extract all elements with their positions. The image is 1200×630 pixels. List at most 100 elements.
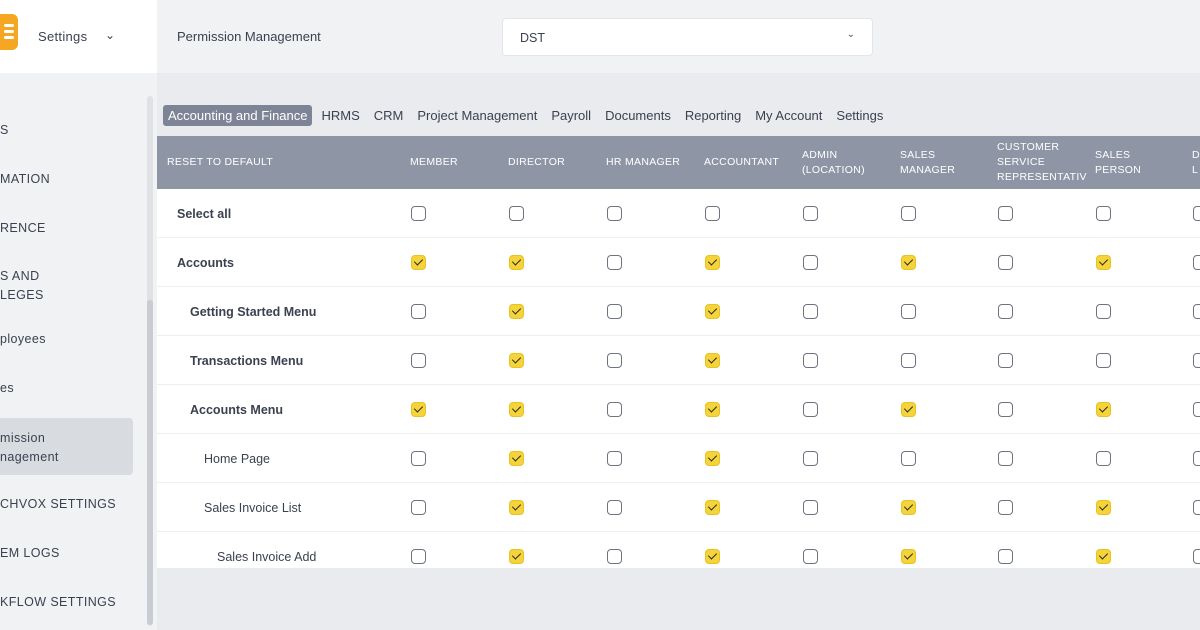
sidebar-item[interactable]: S <box>0 121 140 140</box>
chevron-down-icon[interactable]: ⌄ <box>105 28 115 42</box>
checkbox-checked[interactable] <box>901 549 916 564</box>
checkbox[interactable] <box>1193 451 1200 466</box>
checkbox-checked[interactable] <box>509 451 524 466</box>
checkbox-checked[interactable] <box>509 500 524 515</box>
checkbox[interactable] <box>1193 353 1200 368</box>
checkbox-checked[interactable] <box>509 304 524 319</box>
checkbox-checked[interactable] <box>411 402 426 417</box>
sidebar-item-permission-management[interactable]: mission nagement <box>0 418 133 475</box>
checkbox-checked[interactable] <box>509 353 524 368</box>
checkbox[interactable] <box>607 353 622 368</box>
sidebar-item-system-logs[interactable]: EM LOGS <box>0 544 140 563</box>
checkbox[interactable] <box>998 255 1013 270</box>
checkbox[interactable] <box>1193 255 1200 270</box>
tab-accounting-and-finance[interactable]: Accounting and Finance <box>163 104 313 126</box>
checkbox[interactable] <box>411 500 426 515</box>
checkbox[interactable] <box>998 206 1013 221</box>
checkbox[interactable] <box>1096 451 1111 466</box>
column-header-line: MEMBER <box>410 156 458 168</box>
checkbox-checked[interactable] <box>705 255 720 270</box>
page-title: Permission Management <box>177 29 321 44</box>
checkbox-checked[interactable] <box>1096 255 1111 270</box>
tab-reporting[interactable]: Reporting <box>678 105 748 126</box>
checkbox[interactable] <box>411 353 426 368</box>
checkbox[interactable] <box>607 206 622 221</box>
checkbox[interactable] <box>1193 304 1200 319</box>
checkbox[interactable] <box>607 304 622 319</box>
row-label: Home Page <box>204 451 271 466</box>
checkbox[interactable] <box>1193 500 1200 515</box>
checkbox[interactable] <box>1096 206 1111 221</box>
checkbox[interactable] <box>803 549 818 564</box>
sidebar-item-roles-privileges[interactable]: S AND LEGES <box>0 267 140 305</box>
checkbox[interactable] <box>998 549 1013 564</box>
tab-payroll[interactable]: Payroll <box>544 105 598 126</box>
role-group-select[interactable]: DST ⌄ <box>502 18 873 56</box>
checkbox-checked[interactable] <box>705 304 720 319</box>
checkbox-checked[interactable] <box>1096 500 1111 515</box>
checkbox[interactable] <box>607 451 622 466</box>
checkbox[interactable] <box>705 206 720 221</box>
checkbox[interactable] <box>998 353 1013 368</box>
tab-project-management[interactable]: Project Management <box>410 105 544 126</box>
checkbox[interactable] <box>411 304 426 319</box>
checkbox[interactable] <box>1193 549 1200 564</box>
checkbox-checked[interactable] <box>705 402 720 417</box>
checkbox[interactable] <box>607 549 622 564</box>
checkbox-checked[interactable] <box>1096 402 1111 417</box>
checkbox[interactable] <box>803 500 818 515</box>
checkbox[interactable] <box>901 353 916 368</box>
checkbox[interactable] <box>1193 402 1200 417</box>
sidebar-item-information[interactable]: MATION <box>0 170 140 189</box>
checkbox[interactable] <box>803 353 818 368</box>
checkbox-checked[interactable] <box>901 500 916 515</box>
checkbox[interactable] <box>901 451 916 466</box>
checkbox-checked[interactable] <box>705 500 720 515</box>
checkbox[interactable] <box>607 500 622 515</box>
checkbox-checked[interactable] <box>411 255 426 270</box>
sidebar-item-touchvox-settings[interactable]: CHVOX SETTINGS <box>0 495 140 514</box>
checkbox-checked[interactable] <box>901 402 916 417</box>
checkbox-checked[interactable] <box>705 451 720 466</box>
checkbox-checked[interactable] <box>509 255 524 270</box>
checkbox[interactable] <box>411 206 426 221</box>
sidebar-item-workflow-settings[interactable]: KFLOW SETTINGS <box>0 593 140 612</box>
checkbox-checked[interactable] <box>901 255 916 270</box>
checkbox[interactable] <box>998 451 1013 466</box>
tab-settings[interactable]: Settings <box>829 105 890 126</box>
checkbox[interactable] <box>509 206 524 221</box>
tab-documents[interactable]: Documents <box>598 105 678 126</box>
sidebar-item-preference[interactable]: RENCE <box>0 219 140 238</box>
checkbox-checked[interactable] <box>509 402 524 417</box>
checkbox[interactable] <box>901 304 916 319</box>
checkbox-checked[interactable] <box>705 549 720 564</box>
sidebar-scrollbar-thumb[interactable] <box>147 300 153 625</box>
checkbox[interactable] <box>998 304 1013 319</box>
checkbox[interactable] <box>607 402 622 417</box>
checkbox[interactable] <box>998 500 1013 515</box>
checkbox[interactable] <box>411 451 426 466</box>
settings-menu-title[interactable]: Settings <box>38 29 87 44</box>
checkbox[interactable] <box>998 402 1013 417</box>
checkbox[interactable] <box>803 206 818 221</box>
checkbox-checked[interactable] <box>1096 549 1111 564</box>
reset-to-default-button[interactable]: RESET TO DEFAULT <box>167 136 273 189</box>
checkbox-checked[interactable] <box>509 549 524 564</box>
tab-hrms[interactable]: HRMS <box>314 105 366 126</box>
checkbox[interactable] <box>411 549 426 564</box>
column-header-line: HR MANAGER <box>606 156 681 168</box>
tab-my-account[interactable]: My Account <box>748 105 829 126</box>
sidebar-item-roles[interactable]: es <box>0 379 140 398</box>
checkbox[interactable] <box>803 402 818 417</box>
checkbox[interactable] <box>607 255 622 270</box>
checkbox-checked[interactable] <box>705 353 720 368</box>
checkbox[interactable] <box>803 304 818 319</box>
checkbox[interactable] <box>803 255 818 270</box>
sidebar-item-employees[interactable]: ployees <box>0 330 140 349</box>
checkbox[interactable] <box>1096 304 1111 319</box>
checkbox[interactable] <box>1193 206 1200 221</box>
tab-crm[interactable]: CRM <box>367 105 411 126</box>
checkbox[interactable] <box>1096 353 1111 368</box>
checkbox[interactable] <box>803 451 818 466</box>
checkbox[interactable] <box>901 206 916 221</box>
